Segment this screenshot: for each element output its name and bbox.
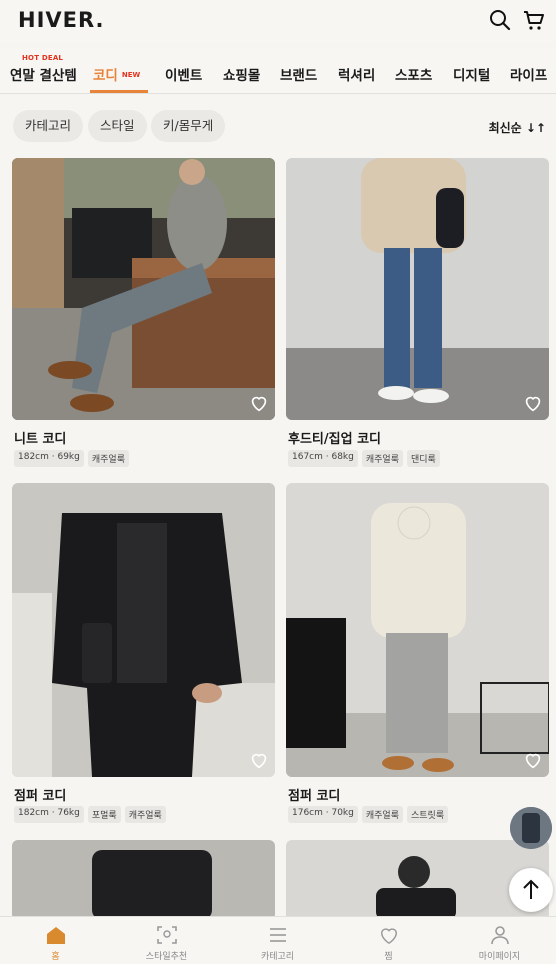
- heart-icon: [380, 928, 397, 945]
- style-tag: 포멀룩: [87, 806, 121, 823]
- nav-label: 마이페이지: [478, 952, 521, 962]
- filter-category-chip[interactable]: 카테고리: [13, 110, 84, 142]
- new-badge: NEW: [121, 71, 141, 79]
- outfit-photo: [12, 840, 275, 920]
- menu-icon: [269, 928, 286, 942]
- recent-item-thumbnail[interactable]: [510, 807, 552, 849]
- heart-icon[interactable]: [248, 749, 270, 771]
- tab-life[interactable]: 라이프: [510, 64, 547, 84]
- style-tag: 댄디룩: [406, 450, 440, 467]
- coordi-title[interactable]: 점퍼 코디: [14, 785, 66, 804]
- person-icon: [490, 926, 509, 945]
- tab-label: 브랜드: [280, 68, 318, 84]
- nav-mypage[interactable]: 마이페이지: [444, 917, 555, 964]
- nav-label: 찜: [384, 952, 393, 962]
- outfit-photo: [12, 158, 275, 420]
- coordi-title[interactable]: 점퍼 코디: [288, 785, 340, 804]
- heart-icon[interactable]: [248, 392, 270, 414]
- body-size-tag: 176cm · 70kg: [288, 806, 358, 823]
- outfit-photo: [286, 158, 549, 420]
- coordi-tags: 182cm · 69kg 캐주얼룩: [14, 450, 129, 467]
- coordi-tags: 182cm · 76kg 포멀룩 캐주얼룩: [14, 806, 166, 823]
- arrow-up-icon: [523, 879, 539, 899]
- outfit-photo: [12, 483, 275, 777]
- tab-label: 스포츠: [395, 68, 433, 84]
- nav-category[interactable]: 카테고리: [222, 917, 333, 964]
- filter-style-chip[interactable]: 스타일: [88, 110, 147, 142]
- tab-label: 디지털: [453, 68, 491, 84]
- coordi-tags: 176cm · 70kg 캐주얼룩 스트릿룩: [288, 806, 449, 823]
- tab-label: 코디: [93, 68, 118, 84]
- nav-wishlist[interactable]: 찜: [333, 917, 444, 964]
- tab-event[interactable]: 이벤트: [165, 64, 202, 84]
- scan-icon: [156, 926, 177, 944]
- category-tabs: HOT DEAL 연말 결산템 코디 NEW 이벤트 쇼핑몰 브랜드 럭셔리 스포…: [0, 48, 556, 94]
- style-tag: 캐주얼룩: [124, 806, 166, 823]
- nav-label: 카테고리: [260, 952, 295, 962]
- tab-sports[interactable]: 스포츠: [395, 64, 432, 84]
- tab-label: 이벤트: [165, 68, 203, 84]
- thumbnail-photo: [510, 807, 552, 849]
- coordi-image[interactable]: [12, 840, 275, 920]
- tab-luxury[interactable]: 럭셔리: [338, 64, 375, 84]
- body-size-tag: 167cm · 68kg: [288, 450, 358, 467]
- heart-icon[interactable]: [522, 392, 544, 414]
- sort-button[interactable]: 최신순 ↓↑: [489, 119, 546, 136]
- home-icon: [46, 927, 65, 944]
- style-tag: 캐주얼룩: [87, 450, 129, 467]
- hot-deal-badge: HOT DEAL: [22, 54, 64, 62]
- tab-label: 쇼핑몰: [223, 68, 261, 84]
- tab-shoppingmall[interactable]: 쇼핑몰: [223, 64, 260, 84]
- tab-label: 라이프: [510, 68, 548, 84]
- bottom-navigation: 홈 스타일추천 카테고리 찜 마이페이지: [0, 916, 556, 964]
- coordi-tags: 167cm · 68kg 캐주얼룩 댄디룩: [288, 450, 440, 467]
- nav-label: 홈: [51, 952, 60, 962]
- coordi-title[interactable]: 후드티/집업 코디: [288, 428, 381, 447]
- tab-digital[interactable]: 디지털: [453, 64, 490, 84]
- cart-icon[interactable]: [522, 8, 546, 32]
- style-tag: 캐주얼룩: [361, 806, 403, 823]
- body-size-tag: 182cm · 69kg: [14, 450, 84, 467]
- body-size-tag: 182cm · 76kg: [14, 806, 84, 823]
- coordi-title[interactable]: 니트 코디: [14, 428, 66, 447]
- tab-label: 연말 결산템: [10, 68, 77, 84]
- filter-size-chip[interactable]: 키/몸무게: [151, 110, 226, 142]
- scroll-top-button[interactable]: [509, 868, 553, 912]
- app-header: HIVER.: [0, 0, 556, 42]
- tab-label: 럭셔리: [338, 68, 376, 84]
- tab-coordi[interactable]: 코디 NEW: [93, 64, 140, 84]
- nav-home[interactable]: 홈: [0, 917, 111, 964]
- active-tab-indicator: [90, 90, 148, 93]
- coordi-image[interactable]: [12, 483, 275, 777]
- nav-label: 스타일추천: [145, 952, 188, 962]
- tab-brand[interactable]: 브랜드: [280, 64, 317, 84]
- filter-bar: 카테고리 스타일 키/몸무게 최신순 ↓↑: [0, 100, 556, 152]
- coordi-image[interactable]: [12, 158, 275, 420]
- search-icon[interactable]: [488, 8, 512, 32]
- tab-year-end[interactable]: HOT DEAL 연말 결산템: [10, 54, 77, 84]
- heart-icon[interactable]: [522, 749, 544, 771]
- outfit-photo: [286, 483, 549, 777]
- style-tag: 캐주얼룩: [361, 450, 403, 467]
- logo[interactable]: HIVER.: [18, 8, 105, 32]
- coordi-image[interactable]: [286, 158, 549, 420]
- nav-style-recommend[interactable]: 스타일추천: [111, 917, 222, 964]
- style-tag: 스트릿룩: [406, 806, 449, 823]
- coordi-image[interactable]: [286, 483, 549, 777]
